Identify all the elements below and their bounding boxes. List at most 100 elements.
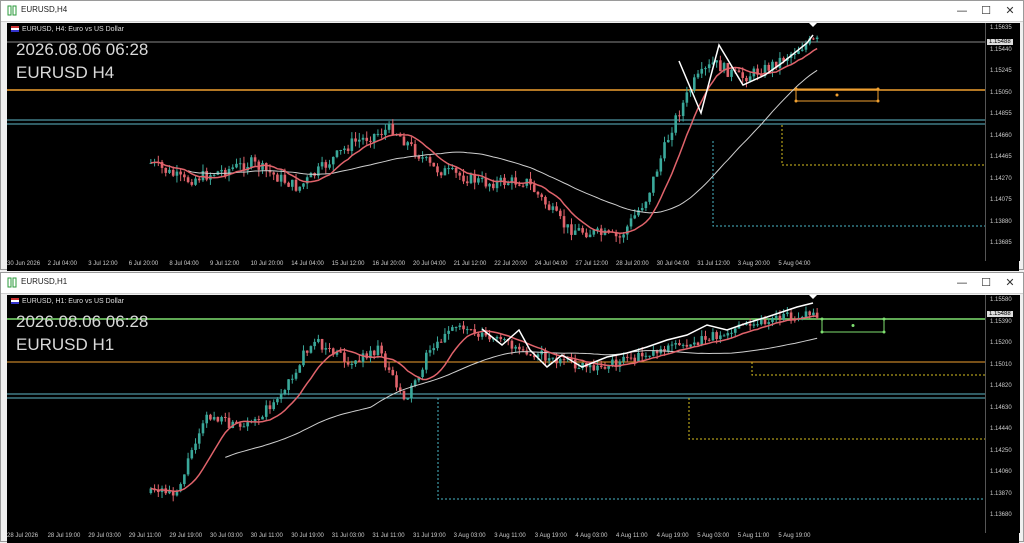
box-center xyxy=(835,93,839,97)
candle-body xyxy=(596,365,599,371)
candle-body xyxy=(696,73,700,78)
candle-body xyxy=(227,417,231,428)
candle-body xyxy=(287,379,290,390)
candle-body xyxy=(562,216,566,228)
candle-body xyxy=(220,169,223,172)
candle-body xyxy=(737,70,741,73)
candle-body xyxy=(778,315,782,320)
box-handle xyxy=(794,99,798,103)
time-tick-label: 30 Jun 2026 xyxy=(7,261,41,267)
time-tick-label: 30 Jul 03:00 xyxy=(210,533,243,539)
close-button[interactable]: ✕ xyxy=(999,275,1021,291)
box-center xyxy=(851,324,855,327)
time-tick-label: 22 Jul 20:00 xyxy=(494,261,527,267)
candle-body xyxy=(648,192,651,202)
candle-body xyxy=(454,167,458,173)
time-tick-label: 4 Aug 11:00 xyxy=(616,533,648,539)
candle-body xyxy=(406,142,409,146)
candle-body xyxy=(752,324,756,326)
candle-body xyxy=(428,350,432,353)
chart-window-h4[interactable]: EURUSD,H4 — ☐ ✕ EURUSD, H4: Euro vs US D… xyxy=(0,0,1024,271)
price-chart[interactable]: EURUSD, H1: Euro vs US Dollar 2026.08.06… xyxy=(7,295,985,533)
chart-window-h1[interactable]: EURUSD,H1 — ☐ ✕ EURUSD, H1: Euro vs US D… xyxy=(0,272,1024,543)
candle-body xyxy=(644,355,648,357)
maximize-button[interactable]: ☐ xyxy=(975,275,997,291)
candle-body xyxy=(361,137,365,140)
candle-body xyxy=(480,177,484,179)
candle-body xyxy=(298,365,302,373)
time-tick-label: 28 Jul 2026 xyxy=(7,533,39,539)
candle-body xyxy=(451,167,454,169)
time-tick-label: 29 Jul 11:00 xyxy=(128,533,162,539)
price-tick-label: 1.14660 xyxy=(990,132,1012,139)
chart-canvas[interactable] xyxy=(7,295,985,533)
candle-body xyxy=(343,148,346,151)
price-tick-label: 1.15050 xyxy=(990,89,1012,96)
price-tick-label: 1.15635 xyxy=(990,25,1012,31)
box-handle xyxy=(876,87,880,91)
candle-body xyxy=(358,360,361,363)
title-bar[interactable]: EURUSD,H1 — ☐ ✕ xyxy=(1,273,1023,294)
candle-body xyxy=(760,319,763,325)
candle-body xyxy=(387,123,391,130)
candle-body xyxy=(197,433,201,444)
candle-body xyxy=(715,60,718,63)
candle-body xyxy=(685,344,689,347)
candle-body xyxy=(413,144,417,156)
candle-body xyxy=(559,359,562,364)
price-tick-label: 1.14820 xyxy=(990,383,1012,389)
candle-body xyxy=(443,333,447,343)
dotted-level-marker xyxy=(688,398,985,440)
candle-body xyxy=(439,341,443,343)
price-tick-label: 1.13870 xyxy=(990,490,1012,497)
candle-body xyxy=(238,423,242,427)
time-tick-label: 9 Jul 12:00 xyxy=(210,261,240,267)
candle-body xyxy=(447,168,450,170)
price-tick-label: 1.14075 xyxy=(990,197,1012,203)
candle-body xyxy=(774,315,778,319)
chart-canvas[interactable] xyxy=(7,23,985,261)
candle-body xyxy=(458,325,462,328)
time-tick-label: 15 Jul 12:00 xyxy=(331,261,365,267)
maximize-button[interactable]: ☐ xyxy=(975,3,997,19)
candle-body xyxy=(212,174,216,176)
price-chart[interactable]: EURUSD, H4: Euro vs US Dollar 2026.08.06… xyxy=(7,23,985,261)
time-axis[interactable]: 30 Jun 2026 2 Jul 04:00 3 Jul 12:00 6 Jul 2… xyxy=(7,261,1019,271)
title-bar[interactable]: EURUSD,H4 — ☐ ✕ xyxy=(1,1,1023,22)
candle-body xyxy=(726,63,730,77)
candle-body xyxy=(365,137,369,141)
candle-body xyxy=(800,49,804,51)
time-tick-label: 31 Jul 12:00 xyxy=(697,261,730,267)
candle-body xyxy=(272,172,275,175)
window-title: EURUSD,H1 xyxy=(21,277,68,286)
candle-body xyxy=(276,399,279,403)
candle-body xyxy=(462,325,465,330)
candle-body xyxy=(733,328,737,333)
minimize-button[interactable]: — xyxy=(951,3,973,19)
current-price-label: 1.15488 xyxy=(987,39,1013,45)
candle-body xyxy=(469,329,473,331)
candle-body xyxy=(220,417,223,422)
price-tick-label: 1.15200 xyxy=(990,340,1012,346)
candle-body xyxy=(305,350,309,353)
box-handle xyxy=(882,330,886,334)
close-button[interactable]: ✕ xyxy=(999,3,1021,19)
minimize-button[interactable]: — xyxy=(951,275,973,291)
candle-body xyxy=(209,414,212,420)
overlay-symbol: EURUSD H1 xyxy=(16,335,115,354)
candle-body xyxy=(707,339,711,341)
candle-body xyxy=(384,353,387,368)
price-axis[interactable]: 1.15635 1.15440 1.15245 1.15050 1.14855 1.146… xyxy=(985,23,1020,261)
candle-body xyxy=(678,343,681,346)
candle-body xyxy=(250,157,253,167)
price-axis[interactable]: 1.15580 1.15390 1.15200 1.15010 1.14820 1.146… xyxy=(985,295,1020,533)
candle-body xyxy=(291,179,294,187)
symbol-description: EURUSD, H4: Euro vs US Dollar xyxy=(22,26,124,33)
candle-body xyxy=(428,157,432,163)
candle-body xyxy=(815,312,819,318)
candle-body xyxy=(339,150,342,152)
candle-body xyxy=(488,183,491,187)
box-handle xyxy=(882,317,886,321)
time-tick-label: 28 Jul 20:00 xyxy=(616,261,649,267)
fast-moving-average xyxy=(150,315,818,492)
